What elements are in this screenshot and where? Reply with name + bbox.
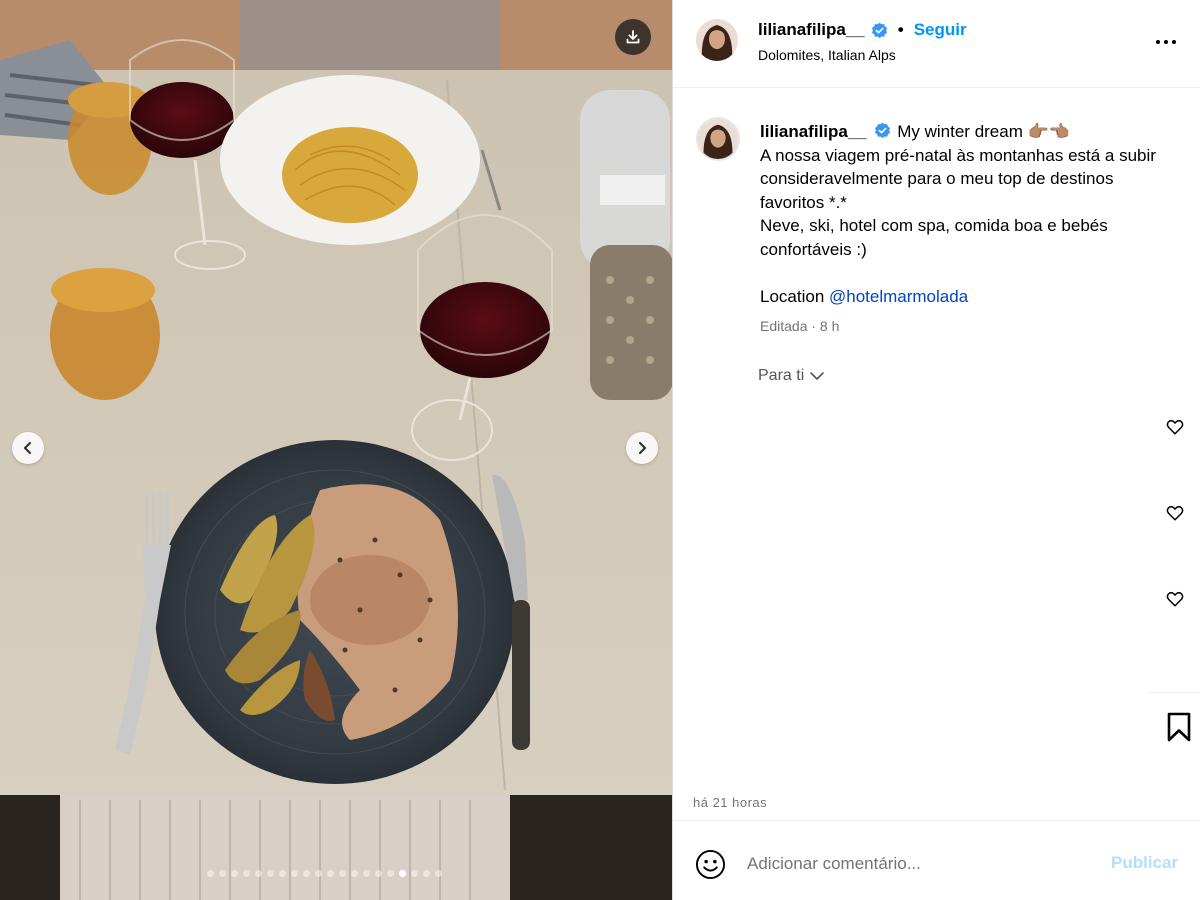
carousel-dot (399, 870, 406, 877)
caption-line: Neve, ski, hotel com spa, comida boa e b… (760, 216, 1108, 259)
download-icon (626, 30, 640, 44)
post-details-panel: lilianafilipa__ • Seguir Dolomites, Ital… (673, 0, 1200, 900)
post-header: lilianafilipa__ • Seguir Dolomites, Ital… (673, 0, 1200, 88)
follow-button[interactable]: Seguir (914, 20, 967, 40)
carousel-dot (435, 870, 442, 877)
comment-sort-label: Para ti (758, 367, 805, 384)
chevron-left-icon (23, 441, 32, 455)
carousel-dot (303, 870, 310, 877)
chevron-down-icon (810, 372, 825, 380)
post-media (0, 0, 673, 900)
carousel-dot (243, 870, 250, 877)
carousel-dot (423, 870, 430, 877)
carousel-dot (339, 870, 346, 877)
carousel-indicator (207, 870, 442, 878)
carousel-dot (207, 870, 214, 877)
bookmark-icon[interactable] (1165, 712, 1193, 742)
actions-divider (1148, 692, 1200, 693)
carousel-dot (363, 870, 370, 877)
carousel-dot (267, 870, 274, 877)
carousel-dot (411, 870, 418, 877)
more-options-icon (1156, 40, 1176, 44)
emoji-icon[interactable] (695, 849, 726, 880)
heart-icon[interactable] (1166, 590, 1184, 608)
caption-location-label: Location (760, 286, 829, 306)
post-photo (0, 0, 673, 900)
comment-composer: Publicar (673, 828, 1200, 900)
publish-button[interactable]: Publicar (1111, 853, 1178, 873)
comment-sort-dropdown[interactable]: Para ti (758, 367, 825, 385)
separator-dot: • (897, 20, 904, 39)
verified-badge-icon (874, 122, 890, 139)
previous-slide-button[interactable] (12, 432, 44, 464)
carousel-dot (387, 870, 394, 877)
comment-divider (673, 820, 1200, 821)
heart-icon[interactable] (1166, 504, 1184, 522)
avatar-image (696, 19, 738, 61)
heart-icon[interactable] (1166, 418, 1184, 436)
mention-link[interactable]: @hotelmarmolada (829, 287, 968, 306)
caption-username[interactable]: lilianafilipa__ (760, 122, 867, 141)
comment-input[interactable] (747, 850, 1087, 878)
next-slide-button[interactable] (626, 432, 658, 464)
caption-line: A nossa viagem pré-natal às montanhas es… (760, 145, 1156, 212)
download-button[interactable] (615, 19, 651, 55)
post-timestamp: há 21 horas (693, 795, 768, 810)
chevron-right-icon (638, 441, 647, 455)
verified-badge-icon (871, 22, 887, 38)
edited-timestamp: Editada · 8 h (760, 318, 840, 334)
username-link[interactable]: lilianafilipa__ (758, 20, 865, 40)
caption-line: My winter dream 👉🏽👈🏽 (897, 122, 1070, 141)
carousel-dot (219, 870, 226, 877)
avatar[interactable] (696, 19, 738, 61)
carousel-dot (375, 870, 382, 877)
post-caption: lilianafilipa__ My winter dream 👉🏽👈🏽 A n… (760, 120, 1170, 308)
location-link[interactable]: Dolomites, Italian Alps (758, 47, 896, 63)
carousel-dot (231, 870, 238, 877)
carousel-dot (255, 870, 262, 877)
carousel-dot (315, 870, 322, 877)
more-options-button[interactable] (1155, 30, 1177, 54)
carousel-dot (291, 870, 298, 877)
carousel-dot (351, 870, 358, 877)
post-author: lilianafilipa__ • Seguir (758, 20, 967, 40)
avatar-image (698, 119, 738, 159)
caption-avatar[interactable] (696, 117, 740, 161)
carousel-dot (279, 870, 286, 877)
carousel-dot (327, 870, 334, 877)
